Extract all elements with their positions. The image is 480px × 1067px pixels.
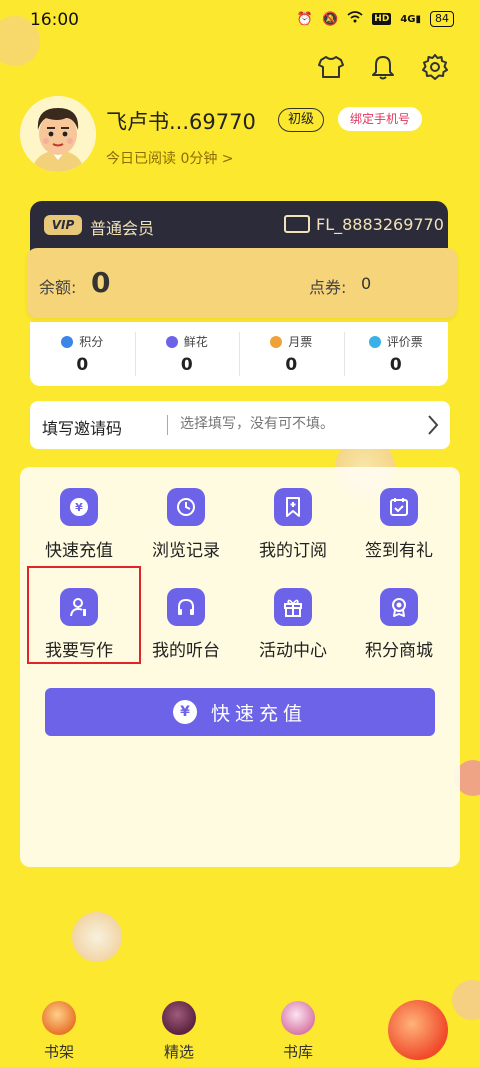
- stat-value: 0: [285, 355, 298, 375]
- wifi-icon: [347, 11, 363, 27]
- username[interactable]: 飞卢书...69770: [106, 106, 256, 136]
- bookmark-plus-icon: [274, 488, 312, 526]
- stat-value: 0: [76, 355, 89, 375]
- stat-review-ticket[interactable]: 评价票 0: [343, 322, 449, 386]
- balance-value: 0: [91, 266, 111, 299]
- signal-icon: 4G▮: [400, 13, 421, 25]
- quick-recharge-button[interactable]: ¥ 快速充值: [45, 688, 435, 736]
- user-id: FL_8883269770: [316, 215, 444, 234]
- headphones-icon: [167, 588, 205, 626]
- alarm-icon: ⏰: [296, 11, 314, 27]
- coupon-value: 0: [361, 274, 372, 293]
- nav-item-library[interactable]: 书库: [263, 1001, 333, 1062]
- nav-label: 书库: [282, 1043, 313, 1061]
- grid-label: 积分商城: [365, 641, 433, 661]
- stat-label: 鲜花: [183, 335, 208, 349]
- grid-label: 快速充值: [45, 541, 113, 561]
- yen-icon: ¥: [172, 700, 197, 724]
- reading-time-link[interactable]: 今日已阅读 0分钟 >: [106, 148, 234, 168]
- grid-label: 签到有礼: [365, 541, 433, 561]
- stat-label: 积分: [79, 335, 104, 349]
- stats-card: 积分 0 鲜花 0 月票 0 评价票 0: [30, 322, 448, 386]
- mute-icon: 🔕: [322, 11, 339, 27]
- grid-item-points-mall[interactable]: 积分商城: [346, 570, 452, 661]
- stat-label: 评价票: [386, 335, 423, 349]
- gear-icon[interactable]: [420, 52, 450, 82]
- flower-icon: [165, 335, 178, 348]
- shirt-icon[interactable]: [316, 52, 346, 82]
- stat-label: 月票: [288, 335, 313, 349]
- bind-phone-button[interactable]: 绑定手机号: [338, 107, 423, 131]
- chevron-right-icon[interactable]: [426, 413, 440, 441]
- battery-indicator: 84: [430, 11, 454, 27]
- history-icon: [167, 488, 205, 526]
- status-time: 16:00: [30, 10, 79, 30]
- level-badge: 初级: [278, 108, 325, 132]
- ticket-icon: [270, 335, 283, 348]
- invite-code-label: 填写邀请码: [42, 419, 123, 438]
- svg-text:¥: ¥: [75, 501, 83, 514]
- bell-icon[interactable]: [368, 52, 398, 82]
- nav-label: 精选: [163, 1043, 194, 1061]
- grid-item-audio[interactable]: 我的听台: [133, 570, 239, 661]
- hd-badge: HD: [372, 13, 392, 25]
- id-card-icon: [284, 215, 310, 233]
- quick-recharge-label: 快速充值: [210, 702, 307, 725]
- stat-monthly-ticket[interactable]: 月票 0: [239, 322, 344, 386]
- status-bar: 16:00 ⏰ 🔕 HD 4G▮ 84: [0, 0, 480, 40]
- medal-icon: [380, 588, 418, 626]
- coupon-label: 点券:: [309, 278, 347, 297]
- highlight-box: [27, 566, 141, 664]
- review-ticket-icon: [368, 335, 381, 348]
- status-icons: ⏰ 🔕 HD 4G▮ 84: [297, 11, 454, 27]
- nav-item-bookshelf[interactable]: 书架: [24, 1001, 94, 1062]
- stat-value: 0: [389, 355, 402, 375]
- yen-chat-icon: ¥: [60, 488, 98, 526]
- grid-label: 我的听台: [152, 641, 220, 661]
- top-actions: [316, 52, 450, 82]
- floating-ball-button[interactable]: [388, 1000, 448, 1060]
- grid-item-quick-recharge[interactable]: ¥ 快速充值: [26, 470, 132, 561]
- points-icon: [61, 335, 74, 348]
- grid-label: 活动中心: [259, 641, 327, 661]
- calendar-check-icon: [380, 488, 418, 526]
- background-ball: [72, 912, 122, 962]
- balance-card[interactable]: 余额: 0 点券: 0: [27, 248, 457, 318]
- stat-value: 0: [180, 355, 193, 375]
- grid-label: 浏览记录: [152, 541, 220, 561]
- vip-card[interactable]: VIP 普通会员 FL_8883269770: [30, 201, 448, 255]
- vip-level-label: 普通会员: [90, 219, 155, 238]
- avatar[interactable]: [20, 96, 96, 172]
- invite-code-input[interactable]: [180, 416, 420, 432]
- nav-item-featured[interactable]: 精选: [144, 1001, 214, 1062]
- library-icon: [281, 1001, 315, 1035]
- vip-badge: VIP: [44, 215, 82, 235]
- featured-icon: [162, 1001, 196, 1035]
- nav-label: 书架: [43, 1043, 74, 1061]
- grid-item-subscriptions[interactable]: 我的订阅: [240, 470, 346, 561]
- divider: [167, 415, 168, 435]
- grid-label: 我的订阅: [259, 541, 327, 561]
- grid-item-events[interactable]: 活动中心: [240, 570, 346, 661]
- balance-label: 余额:: [39, 278, 77, 297]
- grid-item-check-in[interactable]: 签到有礼: [346, 470, 452, 561]
- invite-code-bar[interactable]: 填写邀请码: [30, 401, 450, 449]
- stat-flowers[interactable]: 鲜花 0: [134, 322, 240, 386]
- stat-points[interactable]: 积分 0: [30, 322, 135, 386]
- grid-item-history[interactable]: 浏览记录: [133, 470, 239, 561]
- gift-icon: [274, 588, 312, 626]
- bookshelf-icon: [42, 1001, 76, 1035]
